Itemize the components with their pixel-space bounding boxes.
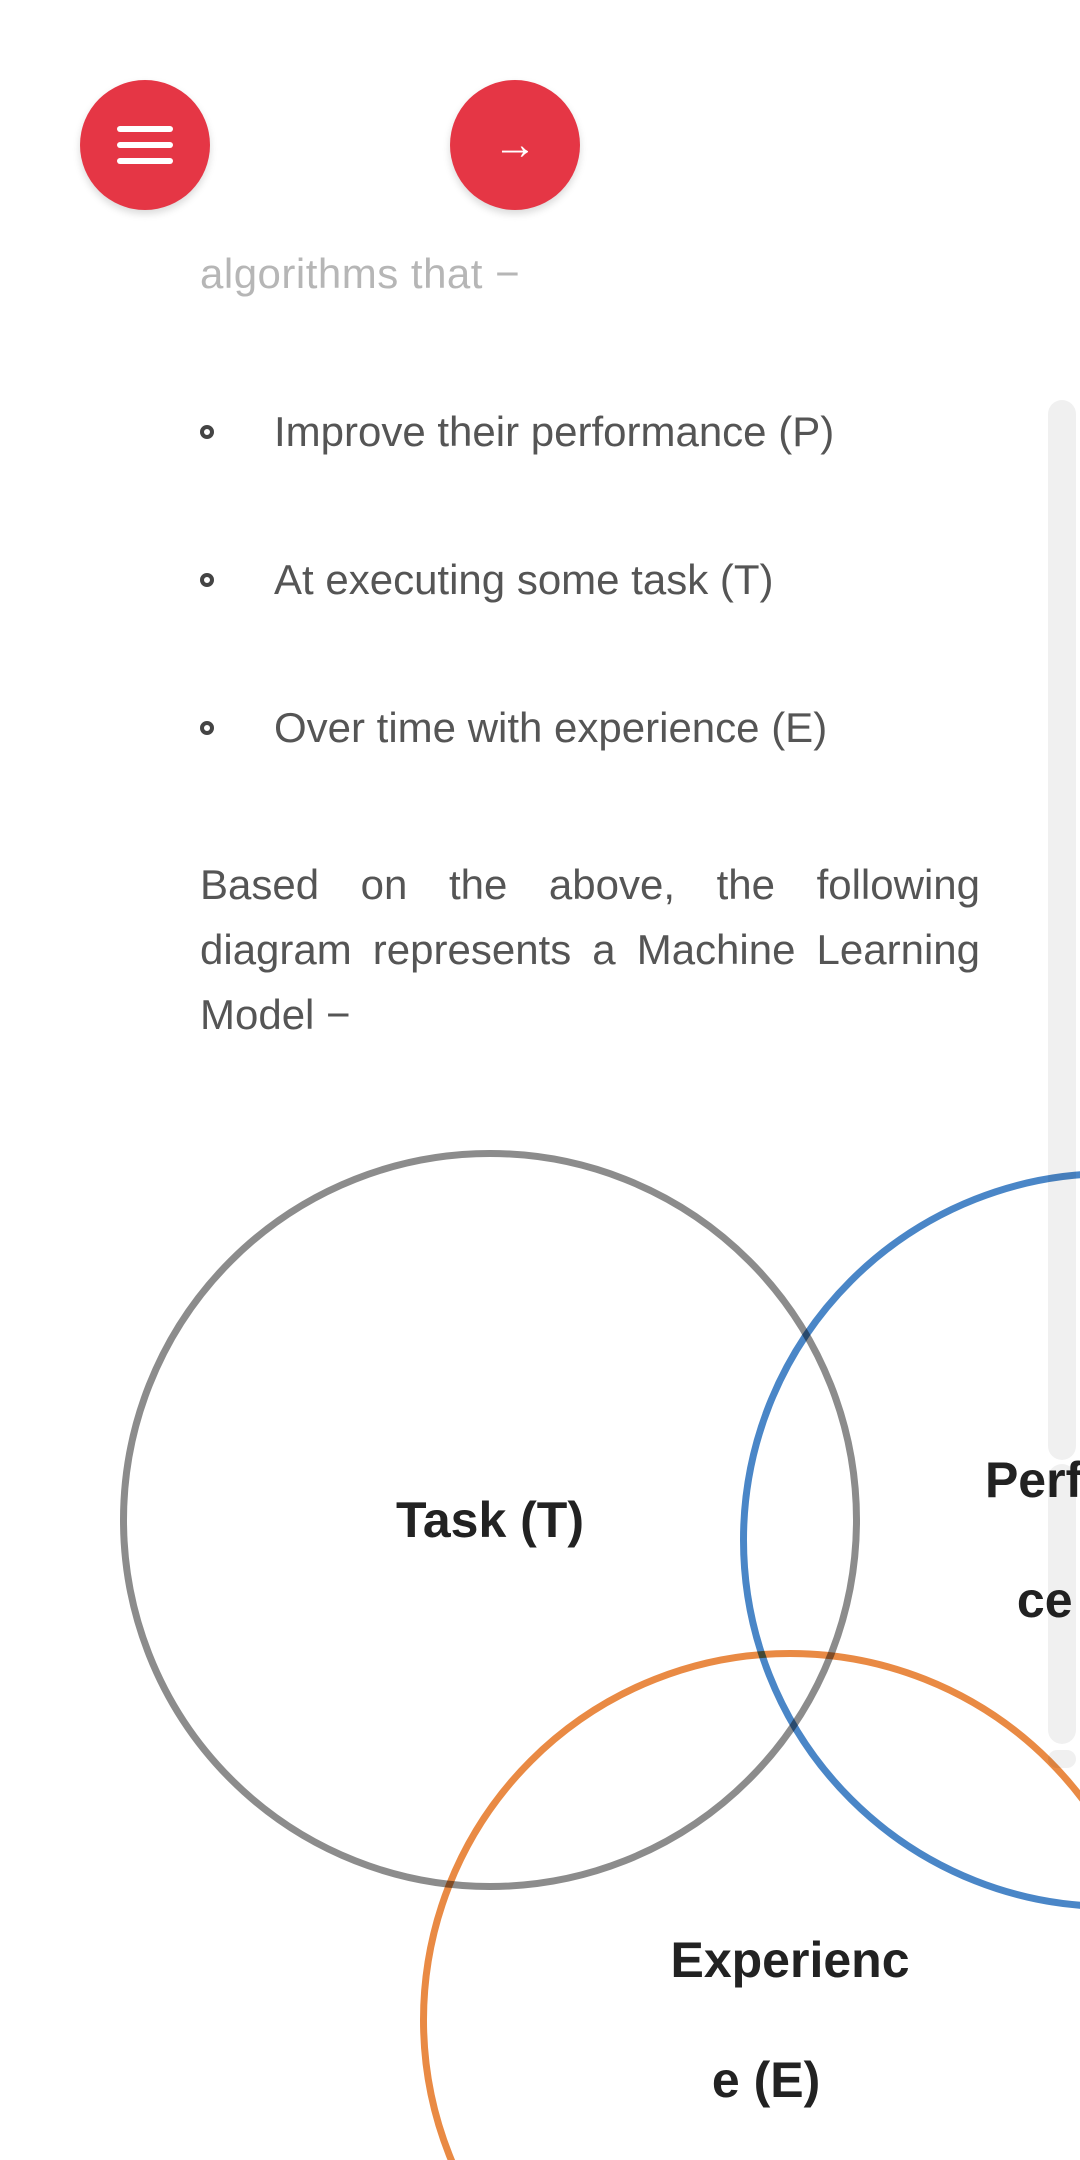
bullet-icon [200, 721, 214, 735]
arrow-right-icon: → [493, 123, 537, 167]
hamburger-menu-button[interactable] [80, 80, 210, 210]
list-item-text: Over time with experience (E) [274, 704, 827, 752]
bullet-list: Improve their performance (P) At executi… [200, 408, 980, 752]
hamburger-icon [117, 126, 173, 164]
venn-diagram: Performan ce (P) Task (T) Experienc e (E… [120, 1150, 1080, 1970]
venn-label-performance-1: Performan [985, 1450, 1080, 1510]
list-item-text: At executing some task (T) [274, 556, 774, 604]
list-item: At executing some task (T) [200, 556, 980, 604]
forward-button[interactable]: → [450, 80, 580, 210]
intro-paragraph: Based on the above, the following diagra… [200, 852, 980, 1047]
venn-label-performance-2: ce (P) [985, 1570, 1080, 1630]
list-item-text: Improve their performance (P) [274, 408, 834, 456]
lead-text: algorithms that − [200, 250, 980, 298]
venn-label-task: Task (T) [396, 1490, 584, 1550]
list-item: Improve their performance (P) [200, 408, 980, 456]
list-item: Over time with experience (E) [200, 704, 980, 752]
venn-label-experience-2: e (E) [670, 2050, 861, 2110]
bullet-icon [200, 573, 214, 587]
bullet-icon [200, 425, 214, 439]
venn-label-experience-1: Experienc [670, 1930, 861, 1990]
